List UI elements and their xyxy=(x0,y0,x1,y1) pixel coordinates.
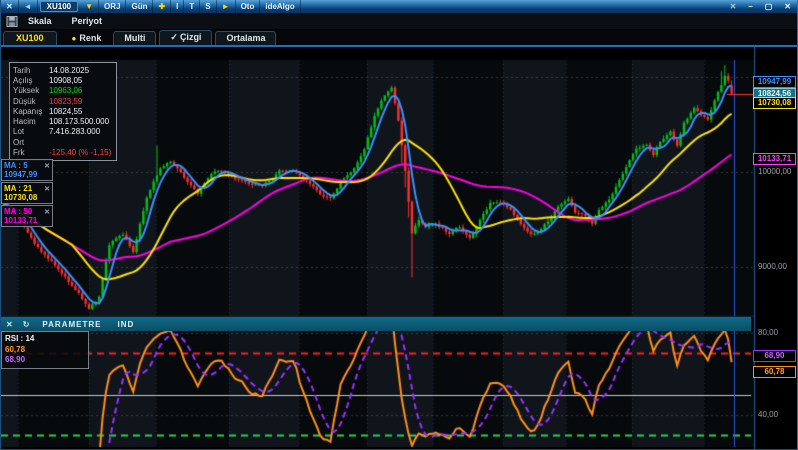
chart-window: ✕◄XU100▼ORJGün✚ITS►OtoideAlgo ✕–▢✕ Skala… xyxy=(0,0,798,450)
tab-multi[interactable]: Multi xyxy=(113,31,156,45)
ma-label: MA : 50 xyxy=(4,207,32,216)
price-axis-box: 10730,08 xyxy=(753,97,796,109)
tabbar: XU100 ● Renk Multi ✓Çizgi Ortalama xyxy=(1,30,798,45)
forward-arrow-icon[interactable]: ► xyxy=(217,0,236,13)
info-row: Kapanış10824,55 xyxy=(13,106,113,116)
info-label: Kapanış xyxy=(13,107,49,116)
ma-close-icon[interactable]: ✕ xyxy=(44,162,50,170)
panel-close-icon[interactable]: ✕ xyxy=(724,0,743,13)
trend-t-button[interactable]: T xyxy=(184,0,200,13)
info-value: 10823,59 xyxy=(49,97,82,106)
price-axis-label: 10000,00 xyxy=(758,167,791,176)
indicator-i-button[interactable]: I xyxy=(171,0,184,13)
info-label: Hacim xyxy=(13,117,49,126)
check-icon: ✓ xyxy=(170,32,178,42)
info-value: 14.08.2025 xyxy=(49,66,89,75)
info-label: Tarih xyxy=(13,66,49,75)
rsi-close-icon[interactable]: ✕ xyxy=(1,320,18,329)
ma-value: 10947,99 xyxy=(4,170,50,179)
chart-tabs: Multi ✓Çizgi Ortalama xyxy=(113,30,279,45)
info-label: Frk xyxy=(13,148,49,157)
titlebar-left: ✕◄XU100▼ORJGün✚ITS►OtoideAlgo xyxy=(1,0,301,13)
ma-value: 10133,71 xyxy=(4,216,50,225)
info-value: 108.173.500.000 xyxy=(49,117,109,126)
info-label: Düşük xyxy=(13,97,49,106)
menu-items: SkalaPeriyot xyxy=(18,16,112,26)
info-value: 10908,05 xyxy=(49,76,82,85)
price-axis-box: 10947,99 xyxy=(753,76,796,88)
info-label: Ort xyxy=(13,138,49,147)
tab-label: Ortalama xyxy=(226,33,265,43)
tab-cizgi[interactable]: ✓Çizgi xyxy=(159,30,212,45)
ma-legend-box: MA : 50 ✕10133,71 xyxy=(1,205,53,227)
info-row: Frk-125,40 (% -1,15) xyxy=(13,147,113,157)
s-button[interactable]: S xyxy=(200,0,216,13)
rsi-label: RSI : 14 xyxy=(5,334,85,345)
tab-symbol-xu100[interactable]: XU100 xyxy=(3,31,57,45)
rsi-info-box: RSI : 14 60,78 68,90 xyxy=(1,331,89,369)
ma-value: 10730,08 xyxy=(4,193,50,202)
info-value: 10963,06 xyxy=(49,86,82,95)
minimize-icon[interactable]: – xyxy=(742,0,758,13)
rsi-parametre-button[interactable]: PARAMETRE xyxy=(34,320,109,329)
maximize-icon[interactable]: ▢ xyxy=(759,0,779,13)
rsi-axis-box: 60,78 xyxy=(753,366,796,378)
info-row: Ort xyxy=(13,137,113,147)
window-close-icon[interactable]: ✕ xyxy=(778,0,797,13)
ma-legend-box: MA : 21 ✕10730,08 xyxy=(1,182,53,204)
menubar: SkalaPeriyot xyxy=(1,13,798,30)
back-arrow-icon[interactable]: ◄ xyxy=(19,0,38,13)
menu-skala[interactable]: Skala xyxy=(18,16,62,26)
rsi-ind-button[interactable]: IND xyxy=(109,320,142,329)
rsi-axis-label: 80,00 xyxy=(758,328,778,337)
rsi-axis-box: 68,90 xyxy=(753,350,796,362)
info-row: Tarih14.08.2025 xyxy=(13,65,113,75)
save-icon[interactable] xyxy=(6,16,18,27)
info-value: 7.416.283.000 xyxy=(49,127,100,136)
info-label: Yüksek xyxy=(13,86,49,95)
tab-ortalama[interactable]: Ortalama xyxy=(215,31,276,45)
renk-button[interactable]: ● Renk xyxy=(60,33,114,45)
rsi-signal-value: 68,90 xyxy=(5,355,85,366)
price-axis-box: 10133,71 xyxy=(753,153,796,165)
info-row: Yüksek10963,06 xyxy=(13,86,113,96)
price-axis-label: 9000,00 xyxy=(758,262,787,271)
rsi-refresh-icon[interactable]: ↻ xyxy=(18,320,35,329)
ohlc-info-panel: Tarih14.08.2025Açılış10908,05Yüksek10963… xyxy=(9,62,117,161)
orj-button[interactable]: ORJ xyxy=(99,0,126,13)
info-row: Açılış10908,05 xyxy=(13,75,113,85)
color-dot-icon: ● xyxy=(72,34,77,43)
period-gun-button[interactable]: Gün xyxy=(126,0,153,13)
ma-label: MA : 21 xyxy=(4,184,32,193)
symbol-button[interactable]: XU100 xyxy=(40,1,78,12)
oto-button[interactable]: Oto xyxy=(236,0,261,13)
info-row: Lot7.416.283.000 xyxy=(13,127,113,137)
info-label: Açılış xyxy=(13,76,49,85)
idealgo-button[interactable]: ideAlgo xyxy=(260,0,300,13)
ma-close-icon[interactable]: ✕ xyxy=(44,185,50,193)
renk-label: Renk xyxy=(79,33,101,43)
tab-label: Çizgi xyxy=(180,32,202,42)
down-arrow-icon[interactable]: ▼ xyxy=(80,0,99,13)
ma-label: MA : 5 xyxy=(4,161,28,170)
ma-legend-box: MA : 5 ✕10947,99 xyxy=(1,159,53,181)
titlebar-right: ✕–▢✕ xyxy=(724,0,797,13)
info-label: Lot xyxy=(13,127,49,136)
window-titlebar: ✕◄XU100▼ORJGün✚ITS►OtoideAlgo ✕–▢✕ xyxy=(1,0,798,13)
info-value: -125,40 (% -1,15) xyxy=(49,148,111,157)
ma-close-icon[interactable]: ✕ xyxy=(44,208,50,216)
rsi-panel-header: ✕ ↻ PARAMETRE IND xyxy=(1,317,751,331)
rsi-axis-label: 40,00 xyxy=(758,410,778,419)
tab-label: Multi xyxy=(124,33,145,43)
info-row: Düşük10823,59 xyxy=(13,96,113,106)
rsi-value: 60,78 xyxy=(5,345,85,356)
chart-canvas[interactable] xyxy=(1,47,798,450)
close-icon[interactable]: ✕ xyxy=(1,0,19,13)
info-row: Hacim108.173.500.000 xyxy=(13,116,113,126)
plus-icon[interactable]: ✚ xyxy=(153,0,171,13)
menu-periyot[interactable]: Periyot xyxy=(62,16,113,26)
info-value: 10824,55 xyxy=(49,107,82,116)
